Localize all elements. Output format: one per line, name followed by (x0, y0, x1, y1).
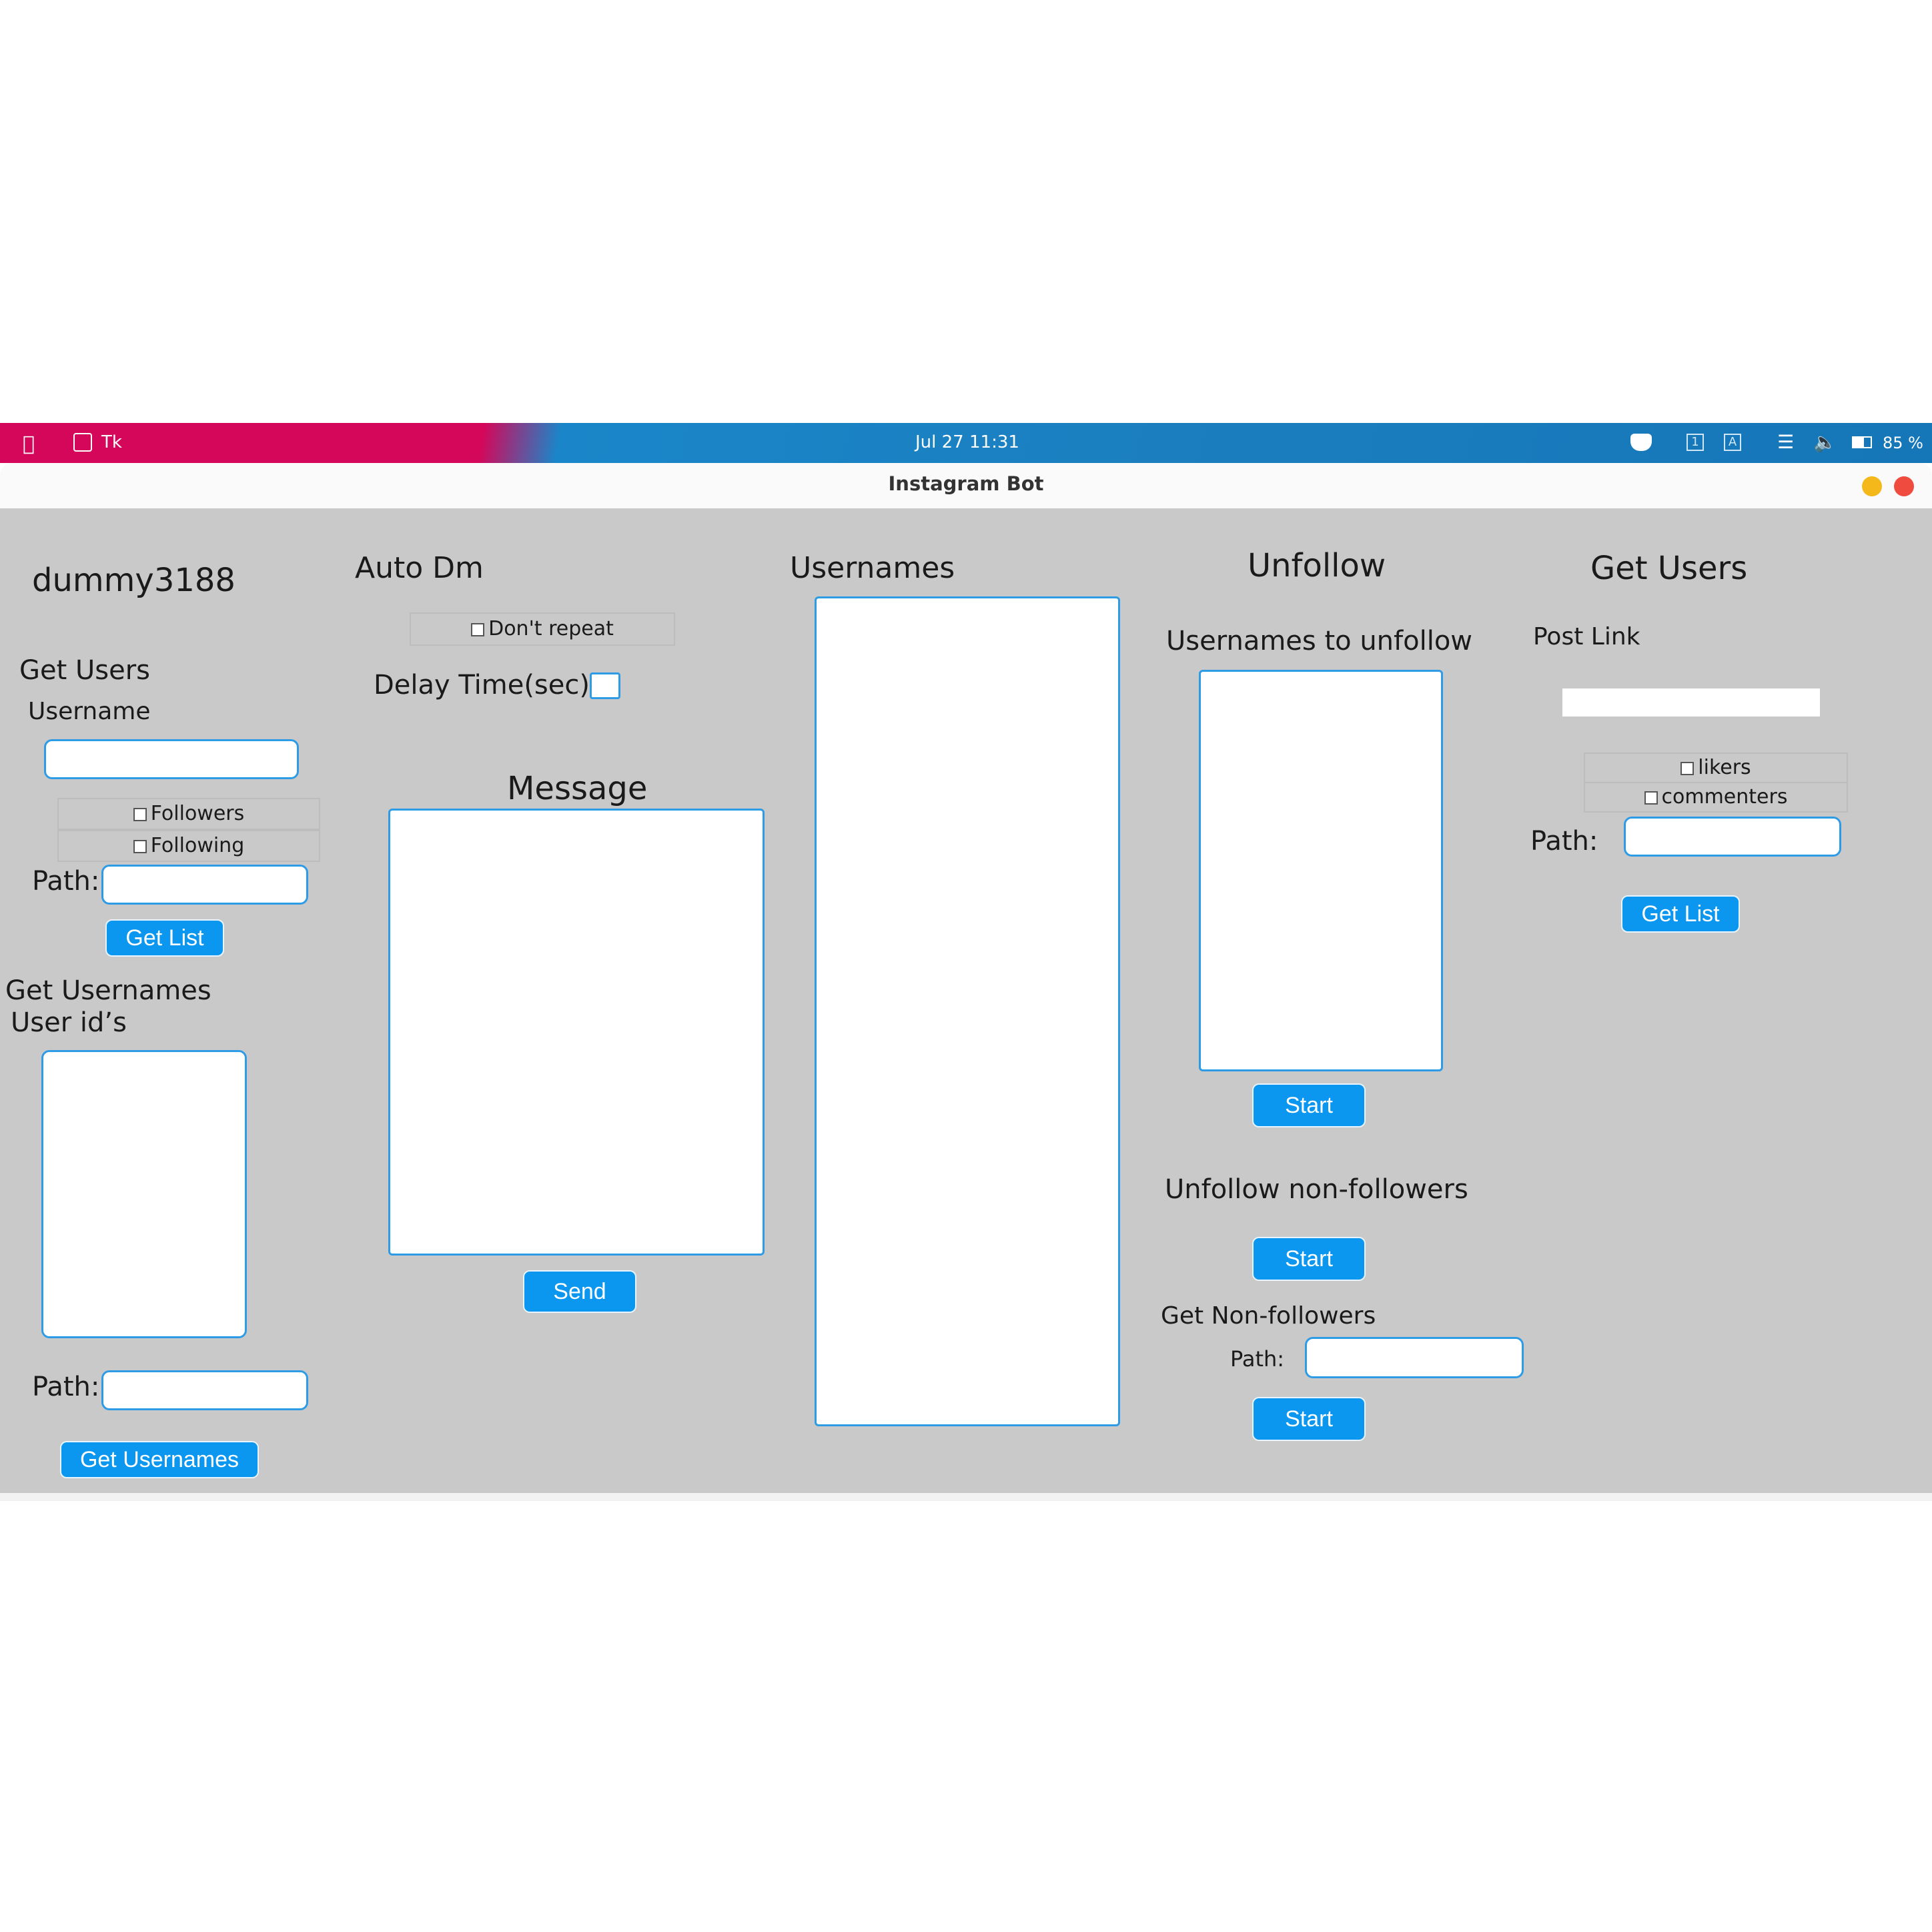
close-button[interactable] (1894, 476, 1914, 496)
followers-checkbox-row[interactable]: Followers (57, 798, 320, 830)
dont-repeat-checkbox[interactable] (471, 622, 485, 636)
commenters-checkbox-row[interactable]: commenters (1584, 782, 1848, 813)
unfollow-non-followers-start-button[interactable]: Start (1252, 1237, 1366, 1281)
get-list-button[interactable]: Get List (105, 919, 224, 957)
path-input-2[interactable] (101, 1370, 308, 1410)
auto-dm-heading: Auto Dm (355, 551, 484, 585)
background-window-edge (0, 1493, 1932, 1501)
keyboard-layout-icon[interactable]: A (1724, 434, 1741, 451)
path-input[interactable] (101, 865, 308, 905)
non-followers-path-label: Path: (1230, 1346, 1285, 1372)
app-name[interactable]: Tk (101, 432, 122, 452)
usernames-heading: Usernames (790, 551, 955, 585)
message-label: Message (507, 770, 648, 807)
dont-repeat-checkbox-row[interactable]: Don't repeat (410, 612, 675, 646)
followers-checkbox[interactable] (133, 807, 147, 821)
following-checkbox-row[interactable]: Following (57, 830, 320, 862)
post-get-list-button[interactable]: Get List (1621, 895, 1740, 933)
workspace-1-icon[interactable]: 1 (1686, 434, 1704, 451)
user-ids-textbox[interactable] (41, 1050, 247, 1338)
likers-checkbox[interactable] (1680, 761, 1695, 775)
post-path-input[interactable] (1624, 817, 1841, 857)
path-label-2: Path: (32, 1372, 100, 1402)
likers-checkbox-row[interactable]: likers (1584, 753, 1848, 783)
following-label: Following (150, 834, 245, 857)
following-checkbox[interactable] (133, 839, 147, 853)
volume-icon[interactable]: 🔈 (1813, 431, 1837, 453)
post-path-label: Path: (1530, 826, 1598, 857)
unfollow-heading: Unfollow (1248, 547, 1386, 584)
get-users-heading: Get Users (19, 655, 151, 686)
wifi-icon[interactable]: ☰ (1777, 431, 1794, 453)
battery-percent: 85 % (1883, 434, 1923, 452)
battery-icon[interactable] (1852, 436, 1872, 448)
delay-time-label: Delay Time(sec): (374, 670, 599, 700)
app-icon (73, 433, 92, 452)
clock[interactable]: Jul 27 11:31 (915, 432, 1019, 452)
usernames-to-unfollow-label: Usernames to unfollow (1166, 626, 1473, 656)
usernames-textbox[interactable] (815, 596, 1120, 1426)
get-users-post-heading: Get Users (1590, 550, 1748, 587)
get-usernames-heading: Get Usernames (5, 975, 211, 1006)
apple-menu-icon[interactable]:  (23, 432, 35, 456)
get-usernames-button[interactable]: Get Usernames (60, 1441, 259, 1478)
main-panel: dummy3188 Get Users Username Followers F… (0, 508, 1932, 1493)
dont-repeat-label: Don't repeat (488, 617, 614, 640)
send-button[interactable]: Send (523, 1270, 636, 1313)
app-window: Instagram Bot dummy3188 Get Users Userna… (0, 463, 1932, 1501)
delay-time-input[interactable] (590, 672, 620, 699)
username-label: Username (28, 698, 151, 725)
system-top-bar:  Tk Jul 27 11:31 1 A ☰ 🔈 85 % (0, 423, 1932, 463)
get-non-followers-label: Get Non-followers (1161, 1302, 1376, 1330)
path-label: Path: (32, 866, 100, 897)
unfollow-start-button[interactable]: Start (1252, 1083, 1366, 1127)
commenters-checkbox[interactable] (1644, 791, 1658, 805)
user-ids-label: User id’s (11, 1007, 127, 1038)
post-link-label: Post Link (1533, 623, 1640, 650)
minimize-button[interactable] (1862, 476, 1882, 496)
followers-label: Followers (150, 802, 245, 825)
non-followers-path-input[interactable] (1305, 1337, 1524, 1378)
likers-label: likers (1698, 756, 1751, 779)
window-title: Instagram Bot (888, 472, 1044, 495)
message-textbox[interactable] (388, 809, 765, 1256)
get-non-followers-start-button[interactable]: Start (1252, 1397, 1366, 1441)
coffee-cup-icon[interactable] (1630, 434, 1652, 451)
account-name: dummy3188 (32, 562, 235, 599)
unfollow-non-followers-label: Unfollow non-followers (1165, 1174, 1468, 1205)
window-titlebar[interactable]: Instagram Bot (0, 463, 1932, 509)
usernames-to-unfollow-textbox[interactable] (1199, 670, 1443, 1071)
commenters-label: commenters (1661, 785, 1788, 809)
username-input[interactable] (44, 739, 299, 779)
post-link-input[interactable] (1562, 688, 1820, 716)
